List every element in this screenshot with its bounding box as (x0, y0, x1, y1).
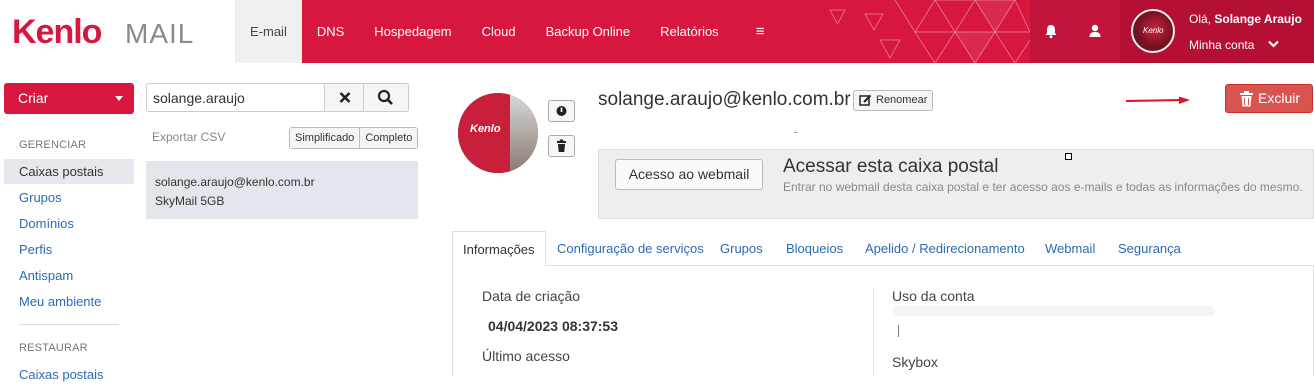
usage-label: Uso da conta (892, 288, 975, 304)
nav-dns[interactable]: DNS (302, 0, 359, 63)
tab-seguranca[interactable]: Segurança (1118, 231, 1181, 266)
mailbox-email-title: solange.araujo@kenlo.com.br (598, 89, 851, 110)
sidebar-divider (19, 324, 119, 325)
main-nav: E-mail DNS Hospedagem Cloud Backup Onlin… (235, 0, 786, 63)
avatar-room (510, 93, 538, 173)
sidebar-item-grupos[interactable]: Grupos (4, 185, 134, 210)
sidebar-item-restore-caixas-postais[interactable]: Caixas postais (4, 362, 134, 387)
skybox-label: Skybox (892, 354, 938, 370)
account-greeting: Olá, Solange Araujo (1189, 12, 1302, 26)
tab-webmail[interactable]: Webmail (1045, 231, 1095, 266)
search-input[interactable] (146, 83, 325, 112)
nav-email[interactable]: E-mail (235, 0, 302, 63)
delete-button[interactable]: Excluir (1225, 84, 1313, 113)
arrow-right-icon (1125, 96, 1190, 104)
delete-label: Excluir (1258, 90, 1301, 106)
my-account-label: Minha conta (1189, 38, 1255, 52)
view-toggle: Simplificado Completo (289, 127, 419, 149)
selection-handle[interactable] (1065, 153, 1072, 160)
list-item[interactable]: solange.araujo@kenlo.com.br SkyMail 5GB (146, 161, 418, 219)
logo[interactable]: Kenlo MAIL (0, 0, 235, 63)
sidebar-item-dominios[interactable]: Domínios (4, 211, 134, 236)
sidebar-item-meu-ambiente[interactable]: Meu ambiente (4, 289, 134, 314)
text-cursor (898, 325, 899, 337)
search-icon (377, 89, 393, 105)
divider-dot (794, 132, 797, 133)
tab-apelido-redirecionamento[interactable]: Apelido / Redirecionamento (865, 231, 1025, 266)
sidebar-item-antispam[interactable]: Antispam (4, 263, 134, 288)
nav-menu-icon[interactable]: ≡ (734, 0, 787, 63)
sidebar-item-perfis[interactable]: Perfis (4, 237, 134, 262)
user-icon[interactable] (1084, 20, 1106, 42)
mailbox-avatar-text: Kenlo (470, 123, 501, 135)
webmail-title: Acessar esta caixa postal (783, 156, 999, 177)
account-name: Solange Araujo (1214, 12, 1302, 26)
info-divider (873, 288, 874, 376)
export-csv-link[interactable]: Exportar CSV (152, 130, 225, 144)
tab-configuracao-servicos[interactable]: Configuração de serviços (557, 231, 704, 266)
webmail-description: Entrar no webmail desta caixa postal e t… (783, 180, 1303, 194)
last-access-label: Último acesso (482, 348, 570, 364)
trash-icon (1240, 91, 1253, 107)
result-plan: SkyMail 5GB (155, 194, 225, 208)
bell-icon[interactable] (1040, 20, 1062, 42)
caret-down-icon (115, 96, 123, 101)
rename-label: Renomear (876, 94, 928, 106)
usage-progress-bar (892, 306, 1215, 316)
manage-header: GERENCIAR (19, 139, 87, 151)
clear-search-button[interactable] (324, 83, 364, 112)
result-email: solange.araujo@kenlo.com.br (155, 175, 315, 189)
nav-backup-online[interactable]: Backup Online (531, 0, 646, 63)
my-account-link[interactable]: Minha conta (1189, 37, 1279, 52)
power-button[interactable] (548, 100, 575, 122)
create-button[interactable]: Criar (4, 83, 134, 114)
mailbox-avatar: Kenlo (458, 93, 538, 173)
account-menu[interactable]: Kenlo Olá, Solange Araujo Minha conta (1120, 0, 1314, 63)
webmail-access-button[interactable]: Acesso ao webmail (615, 159, 763, 190)
view-full-button[interactable]: Completo (359, 128, 418, 148)
power-icon (556, 106, 567, 116)
search-button[interactable] (363, 83, 409, 112)
nav-cloud[interactable]: Cloud (467, 0, 531, 63)
chevron-down-icon (1267, 37, 1279, 51)
created-label: Data de criação (482, 288, 581, 304)
account-avatar-text: Kenlo (1143, 26, 1164, 35)
edit-icon (859, 94, 872, 106)
top-icons (1030, 0, 1120, 63)
trash-icon (557, 139, 566, 152)
logo-kenlo-text: Kenlo (12, 13, 102, 51)
create-label: Criar (18, 90, 49, 106)
account-avatar: Kenlo (1131, 9, 1175, 53)
logo-mail-text: MAIL (125, 18, 195, 49)
greeting-text: Olá, (1189, 12, 1212, 26)
restore-header: RESTAURAR (19, 342, 88, 354)
webmail-panel: Acesso ao webmail Acessar esta caixa pos… (598, 149, 1314, 219)
decorative-pattern (825, 0, 1030, 63)
nav-relatorios[interactable]: Relatórios (645, 0, 734, 63)
tab-grupos[interactable]: Grupos (720, 231, 763, 266)
close-icon (339, 92, 351, 103)
tab-informacoes[interactable]: Informações (452, 231, 546, 267)
tab-bloqueios[interactable]: Bloqueios (786, 231, 843, 266)
sidebar-item-caixas-postais[interactable]: Caixas postais (4, 159, 134, 184)
nav-hospedagem[interactable]: Hospedagem (359, 0, 466, 63)
top-bar: Kenlo MAIL E-mail DNS Hospedagem Cloud B… (0, 0, 1314, 63)
trash-button[interactable] (548, 135, 575, 157)
view-simple-button[interactable]: Simplificado (290, 128, 360, 148)
mailbox-tabs: Informações Configuração de serviços Gru… (452, 231, 1314, 267)
created-value: 04/04/2023 08:37:53 (488, 318, 618, 334)
rename-button[interactable]: Renomear (853, 90, 934, 111)
